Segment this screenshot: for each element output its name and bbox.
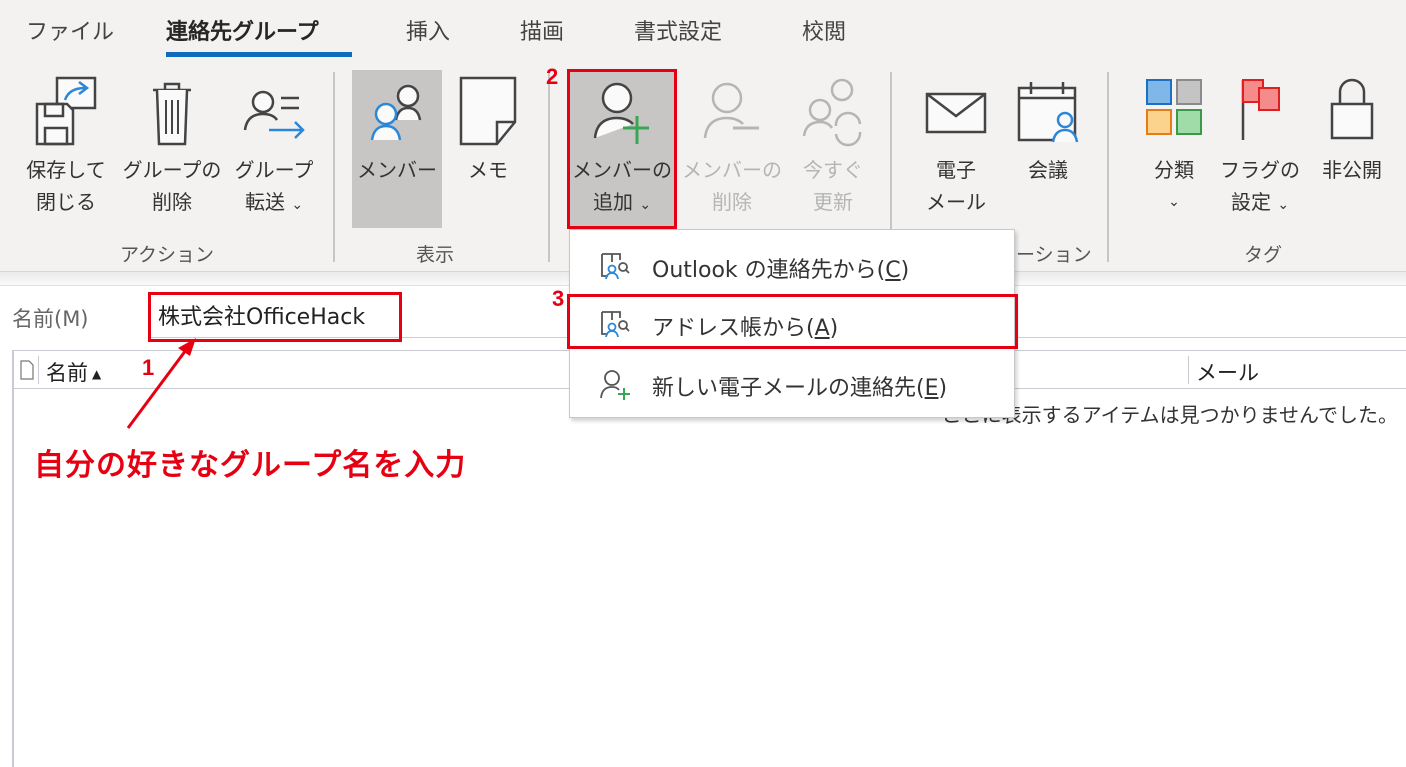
menu-item-from-outlook-contacts[interactable]: Outlook の連絡先から(C) [570,238,1014,294]
save-close-icon [14,74,118,154]
step-number-3: 3 [552,286,565,311]
categories-icon [1136,74,1212,154]
email-button[interactable]: 電子 メール [910,70,1002,228]
tab-draw[interactable]: 描画 [520,14,564,46]
column-separator[interactable] [1188,356,1189,384]
address-book-icon [598,250,632,286]
step-number-1: 1 [142,355,155,380]
column-header-name[interactable]: 名前 ▲ [46,357,101,387]
chevron-down-icon: ⌄ [1168,194,1180,210]
add-members-menu: Outlook の連絡先から(C) アドレス帳から(A) 新しい電子メールの連絡… [569,229,1015,418]
add-person-icon [570,74,674,154]
instruction-text: 自分の好きなグループ名を入力 [34,448,467,483]
tab-file[interactable]: ファイル [26,14,114,46]
remove-person-icon [678,74,786,154]
contact-group-window: ファイル 連絡先グループ 挿入 描画 書式設定 校閲 保存して 閉じる グループ… [0,0,1406,767]
save-close-button[interactable]: 保存して 閉じる [14,70,118,228]
envelope-icon [910,74,1002,154]
lock-icon [1310,74,1394,154]
active-tab-indicator [166,52,352,57]
add-members-button[interactable]: メンバーの 追加 ⌄ [570,70,674,228]
tab-insert[interactable]: 挿入 [406,14,450,46]
tab-contact-group[interactable]: 連絡先グループ [166,14,319,46]
column-header-email[interactable]: メール [1196,357,1259,387]
meeting-button[interactable]: 会議 [1006,70,1090,228]
notes-button[interactable]: メモ [446,70,530,228]
remove-member-button[interactable]: メンバーの 削除 [678,70,786,228]
ribbon-tab-bar: ファイル 連絡先グループ 挿入 描画 書式設定 校閲 [0,0,1406,62]
private-button[interactable]: 非公開 [1310,70,1394,228]
trash-icon [118,74,226,154]
forward-group-button[interactable]: グループ 転送 ⌄ [226,70,322,228]
menu-item-new-email-contact[interactable]: 新しい電子メールの連絡先(E) [570,356,1014,412]
chevron-down-icon: ⌄ [1277,197,1290,213]
calendar-person-icon [1006,74,1090,154]
update-now-button[interactable]: 今すぐ 更新 [788,70,878,228]
new-contact-icon [598,368,632,404]
group-separator [548,72,550,262]
name-field-label: 名前(M) [12,307,89,331]
column-separator[interactable] [38,356,39,384]
delete-group-button[interactable]: グループの 削除 [118,70,226,228]
sort-ascending-icon: ▲ [92,367,102,381]
group-label-actions: アクション [120,244,215,266]
note-icon [446,74,530,154]
categorize-button[interactable]: 分類 ⌄ [1136,70,1212,228]
forward-contact-icon [226,74,322,154]
tab-format-text[interactable]: 書式設定 [634,14,722,46]
members-icon [352,74,442,154]
follow-up-flag-button[interactable]: フラグの 設定 ⌄ [1218,70,1302,228]
group-label-communication: ーション [1016,244,1092,266]
flag-icon [1218,74,1302,154]
group-label-tags: タグ [1244,244,1283,266]
refresh-people-icon [788,74,878,154]
address-book-icon [598,308,632,344]
chevron-down-icon: ⌄ [291,197,304,213]
group-separator [1107,72,1109,262]
group-separator [333,72,335,262]
menu-item-from-address-book[interactable]: アドレス帳から(A) [570,296,1014,352]
chevron-down-icon: ⌄ [639,197,652,213]
group-label-display: 表示 [416,244,455,266]
document-icon [20,360,34,384]
step-number-2: 2 [546,64,559,89]
tab-review[interactable]: 校閲 [802,14,846,46]
members-view-button[interactable]: メンバー [352,70,442,228]
